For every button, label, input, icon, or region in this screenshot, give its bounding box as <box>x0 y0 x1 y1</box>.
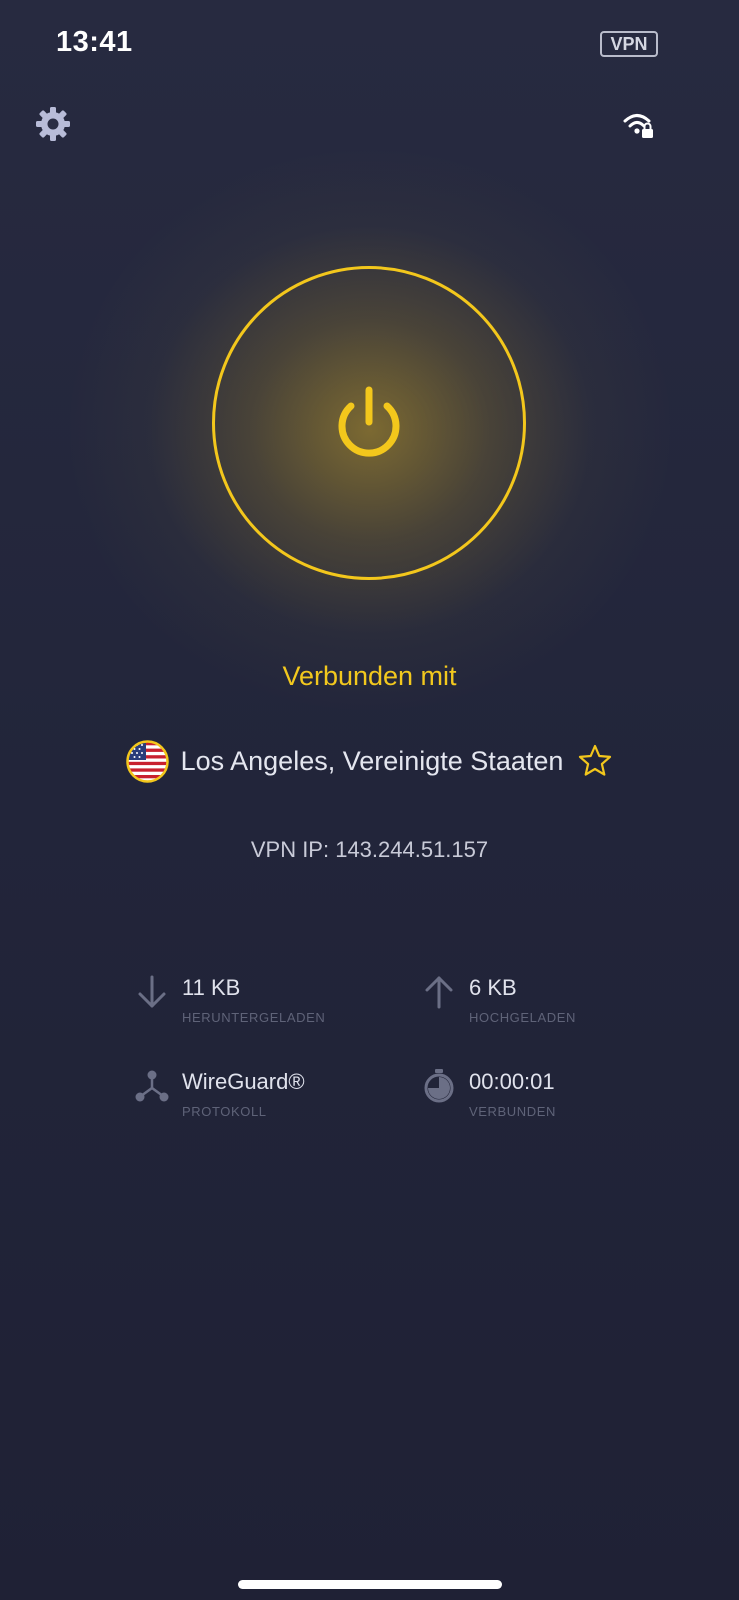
vpn-status-badge: VPN <box>600 31 658 57</box>
upload-stat: 6 KB HOCHGELADEN <box>421 974 576 1025</box>
protocol-caption: PROTOKOLL <box>182 1104 267 1119</box>
us-flag-icon <box>125 739 169 783</box>
duration-caption: VERBUNDEN <box>469 1104 557 1119</box>
server-location-row[interactable]: Los Angeles, Vereinigte Staaten <box>0 737 739 785</box>
download-stat: 11 KB HERUNTERGELADEN <box>134 974 325 1025</box>
protocol-value: WireGuard® <box>182 1069 305 1094</box>
download-caption: HERUNTERGELADEN <box>182 1010 326 1025</box>
protocol-nodes-icon <box>135 1070 169 1102</box>
protocol-stat: WireGuard® PROTOKOLL <box>134 1068 305 1119</box>
power-icon <box>338 386 400 457</box>
status-bar-time: 13:41 <box>56 26 133 58</box>
arrow-up-icon <box>425 976 453 1009</box>
wifi-lock-icon[interactable] <box>622 110 654 140</box>
connection-status-label: Verbunden mit <box>282 661 457 691</box>
upload-value: 6 KB <box>469 975 517 1000</box>
home-indicator[interactable] <box>238 1580 502 1589</box>
download-value: 11 KB <box>182 975 241 1000</box>
duration-value: 00:00:01 <box>469 1069 555 1094</box>
gear-icon[interactable] <box>34 105 72 143</box>
duration-stat: 00:00:01 VERBUNDEN <box>421 1068 556 1119</box>
stopwatch-icon <box>424 1069 454 1103</box>
arrow-down-icon <box>138 975 166 1008</box>
vpn-home-screen: 13:41 VPN Verbunden mit Los Angeles, Ver… <box>0 0 739 1600</box>
upload-caption: HOCHGELADEN <box>469 1010 577 1025</box>
star-icon[interactable] <box>577 743 613 779</box>
connect-power-button[interactable] <box>212 266 526 580</box>
vpn-ip-address: VPN IP: 143.244.51.157 <box>250 837 489 862</box>
server-location-name: Los Angeles, Vereinigte Staaten <box>180 745 564 776</box>
